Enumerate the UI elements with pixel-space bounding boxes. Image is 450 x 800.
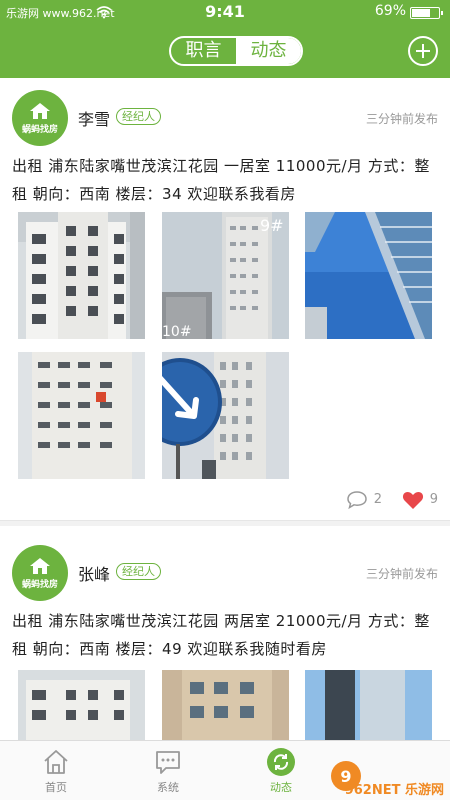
watermark-text: 962NET 乐游网 (344, 783, 444, 798)
heart-icon[interactable] (402, 490, 424, 510)
post-text: 出租 浦东陆家嘴世茂滨江花园 一居室 11000元/月 方式：整租 朝向：西南 … (12, 157, 430, 203)
post-photo[interactable] (305, 212, 432, 339)
tab-zhiyan[interactable]: 职言 (171, 38, 236, 64)
tab-home[interactable]: 首页 (0, 741, 112, 800)
house-logo-icon (30, 557, 50, 574)
avatar-brand: 蜗蚂找房 (21, 124, 58, 135)
tab-dynamics[interactable]: 动态 (225, 741, 337, 800)
tab-label: 动态 (270, 781, 292, 794)
message-icon (156, 751, 180, 774)
house-logo-icon (30, 102, 50, 119)
user-name[interactable]: 张峰 (78, 561, 110, 585)
agent-badge: 经纪人 (116, 563, 161, 580)
avatar-brand: 蜗蚂找房 (21, 579, 58, 590)
tab-label: 首页 (45, 781, 67, 794)
refresh-icon (267, 748, 295, 776)
add-post-button[interactable] (408, 36, 438, 66)
avatar[interactable]: 蜗蚂找房 (12, 545, 68, 601)
status-bar: 乐游网 www.962.net 9:41 69% (0, 0, 450, 24)
like-count: 9 (429, 492, 438, 507)
top-bar: 乐游网 www.962.net 9:41 69% 职言 动态 (0, 0, 450, 78)
tab-system[interactable]: 系统 (112, 741, 224, 800)
post-photo[interactable] (305, 670, 432, 740)
agent-badge: 经纪人 (116, 108, 161, 125)
post-time: 三分钟前发布 (365, 567, 438, 581)
post-time: 三分钟前发布 (365, 112, 438, 126)
tab-dongtai[interactable]: 动态 (236, 38, 301, 64)
avatar[interactable]: 蜗蚂找房 (12, 90, 68, 146)
battery-icon (410, 7, 443, 19)
post-photo[interactable] (18, 212, 145, 339)
battery-percent: 69% (374, 3, 406, 19)
post-photo[interactable] (162, 352, 289, 479)
tab-label: 系统 (157, 781, 179, 794)
header-segmented-control: 职言 动态 (169, 36, 303, 66)
comment-count: 2 (373, 492, 382, 507)
post-text: 出租 浦东陆家嘴世茂滨江花园 两居室 21000元/月 方式：整租 朝向：西南 … (12, 612, 430, 658)
post-divider (0, 520, 450, 526)
post-photo[interactable] (162, 670, 289, 740)
bottom-tab-bar: 首页 系统 动态 9 962NET 乐游网 (0, 740, 450, 800)
post-photo[interactable] (18, 670, 145, 740)
post-photo[interactable]: 9# 10# (162, 212, 289, 339)
post-photo[interactable] (18, 352, 145, 479)
user-name[interactable]: 李雪 (78, 106, 110, 130)
home-icon (44, 750, 68, 774)
building-number-label: 9# (260, 216, 284, 235)
comment-icon[interactable] (346, 490, 368, 510)
building-number-label: 10# (162, 324, 192, 339)
